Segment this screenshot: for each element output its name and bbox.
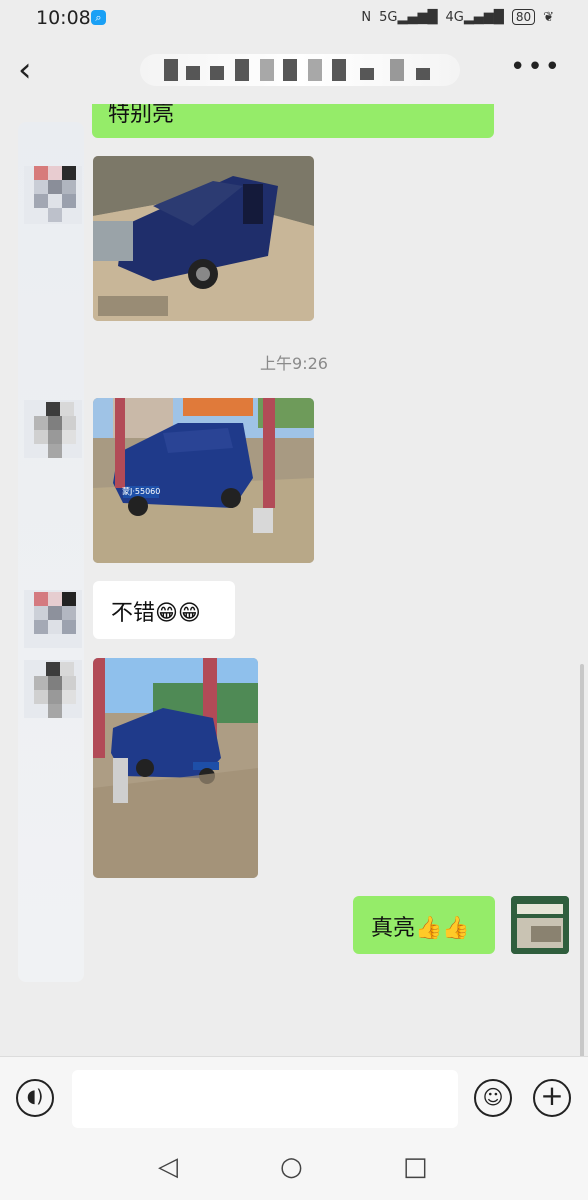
message-bubble-sent[interactable]: 真亮👍👍: [353, 896, 495, 954]
system-icons: N 5G▂▄▆█ 4G▂▄▆█ 80 ❦: [361, 9, 554, 25]
message-text: 特别亮: [108, 104, 175, 127]
signal-4g-icon: 4G▂▄▆█: [445, 9, 504, 25]
message-input[interactable]: [72, 1070, 458, 1128]
car-photo[interactable]: [93, 156, 314, 321]
chevron-left-icon[interactable]: ‹: [18, 50, 32, 90]
back-nav-icon[interactable]: ◁: [158, 1152, 178, 1182]
system-nav-bar: ◁ ○ □: [0, 1142, 588, 1200]
voice-icon[interactable]: ◖): [16, 1079, 54, 1117]
scrollbar[interactable]: [580, 664, 584, 1056]
message-text: 真亮👍👍: [371, 916, 470, 941]
car-photo[interactable]: 蒙J·55060: [93, 398, 314, 563]
my-avatar-image: [511, 896, 569, 954]
status-bar: 10:08 ⌕ N 5G▂▄▆█ 4G▂▄▆█ 80 ❦: [0, 0, 588, 36]
car-photo-image: [93, 658, 258, 878]
status-time: 10:08: [36, 7, 91, 29]
message-list[interactable]: 特别亮 上午9:26 蒙J·55060 不错😁😁 真亮👍👍: [0, 104, 588, 1056]
recents-nav-icon[interactable]: □: [403, 1152, 428, 1182]
avatar[interactable]: [24, 590, 82, 648]
message-bubble-partial[interactable]: 特别亮: [92, 104, 494, 138]
car-photo[interactable]: [93, 658, 258, 878]
avatar[interactable]: [24, 660, 82, 718]
car-photo-image: [93, 156, 314, 321]
home-nav-icon[interactable]: ○: [280, 1152, 303, 1182]
signal-5g-icon: 5G▂▄▆█: [379, 9, 438, 25]
chat-header: ‹ •••: [0, 40, 588, 104]
battery-icon: 80: [511, 9, 536, 25]
plate-text: 蒙J·55060: [122, 487, 161, 496]
timestamp: 上午9:26: [260, 354, 328, 373]
chat-title-blurred: [140, 54, 460, 86]
plus-icon[interactable]: +: [533, 1079, 571, 1117]
avatar[interactable]: [24, 166, 82, 224]
nfc-icon: N: [361, 9, 372, 25]
my-avatar[interactable]: [511, 896, 569, 954]
search-icon: ⌕: [91, 10, 106, 25]
leaf-icon: ❦: [543, 9, 554, 25]
car-photo-image: [93, 398, 314, 563]
avatar[interactable]: [24, 400, 82, 458]
input-bar: ◖) ☺ +: [0, 1056, 588, 1143]
more-icon[interactable]: •••: [510, 52, 562, 82]
emoji-icon[interactable]: ☺: [474, 1079, 512, 1117]
message-bubble-received[interactable]: 不错😁😁: [93, 581, 235, 639]
message-text: 不错😁😁: [111, 601, 201, 626]
